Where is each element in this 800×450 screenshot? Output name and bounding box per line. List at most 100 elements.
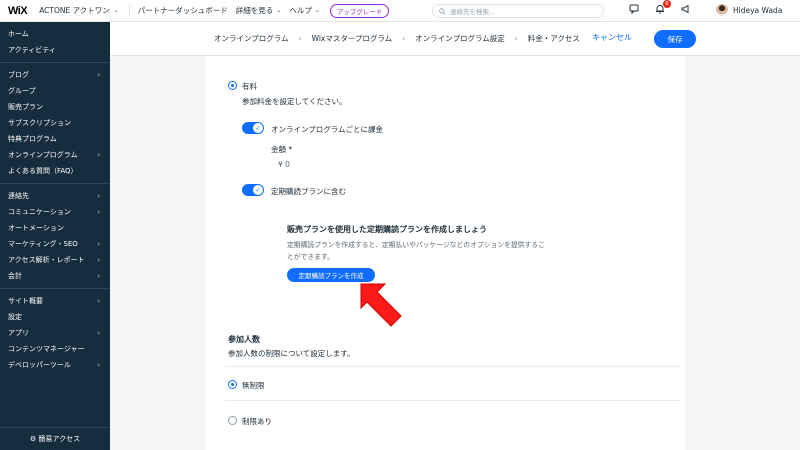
sidebar-item-analytics[interactable]: アクセス解析・レポート › bbox=[0, 252, 110, 268]
sidebar-item-label: マーケティング・SEO bbox=[8, 240, 78, 248]
paid-label: 有料 bbox=[242, 82, 257, 91]
sidebar-item-activity[interactable]: アクティビティ bbox=[0, 42, 110, 58]
chevron-right-icon: › bbox=[97, 192, 100, 200]
sidebar-item-online-programs[interactable]: オンラインプログラム › bbox=[0, 147, 110, 163]
amount-value[interactable]: ¥ 0 bbox=[278, 160, 290, 169]
sidebar-item-pricing-plans[interactable]: 販売プラン bbox=[0, 99, 110, 115]
plan-description-line1: 定期購読プランを作成すると、定期払いやパッケージなどのオプションを提供するこ bbox=[287, 241, 545, 249]
chevron-right-icon: › bbox=[97, 208, 100, 216]
sidebar-item-communications[interactable]: コミュニケーション › bbox=[0, 204, 110, 220]
chevron-down-icon: ⌄ bbox=[113, 7, 119, 14]
paid-description: 参加料金を設定してください。 bbox=[242, 97, 347, 106]
sidebar-item-settings[interactable]: 設定 bbox=[0, 309, 110, 325]
chevron-right-icon: › bbox=[97, 297, 100, 305]
learn-more-label: 詳細を見る bbox=[235, 6, 274, 15]
unlimited-radio[interactable] bbox=[228, 380, 237, 389]
sidebar-item-label: アクティビティ bbox=[8, 46, 56, 54]
include-plan-label: 定期購読プランに含む bbox=[271, 187, 346, 196]
sidebar: ホーム アクティビティ ブログ › グループ 販売プラン サブスクリプション 特典… bbox=[0, 22, 110, 450]
chevron-right-icon: › bbox=[514, 34, 518, 43]
sidebar-item-groups[interactable]: グループ bbox=[0, 83, 110, 99]
breadcrumb-item-current: 料金・アクセス bbox=[527, 34, 580, 43]
participants-description: 参加人数の制限について設定します。 bbox=[228, 349, 355, 358]
chevron-right-icon: › bbox=[298, 34, 302, 43]
notification-badge: 6 bbox=[663, 0, 671, 8]
sidebar-item-cms[interactable]: コンテンツマネージャー bbox=[0, 341, 110, 357]
divider bbox=[128, 4, 130, 17]
sidebar-item-apps[interactable]: アプリ › bbox=[0, 325, 110, 341]
sidebar-item-label: ブログ bbox=[8, 71, 29, 79]
learn-more-link[interactable]: 詳細を見る ⌄ bbox=[236, 5, 282, 16]
sidebar-item-accounting[interactable]: 会計 › bbox=[0, 268, 110, 284]
per-program-toggle[interactable] bbox=[242, 122, 264, 134]
user-menu[interactable]: Hideya Wada bbox=[716, 4, 782, 16]
sidebar-item-marketing-seo[interactable]: マーケティング・SEO › bbox=[0, 236, 110, 252]
sidebar-item-label: グループ bbox=[8, 87, 36, 95]
user-name: Hideya Wada bbox=[733, 5, 783, 15]
sidebar-item-label: ホーム bbox=[8, 30, 29, 38]
breadcrumb-item[interactable]: オンラインプログラム設定 bbox=[415, 33, 505, 44]
site-selector[interactable]: ACTONE アクトワン ⌄ bbox=[39, 5, 119, 16]
breadcrumb-item[interactable]: Wixマスタープログラム bbox=[312, 33, 393, 44]
sidebar-item-label: サイト概要 bbox=[8, 297, 43, 305]
chevron-right-icon: › bbox=[402, 34, 406, 43]
sidebar-item-faq[interactable]: よくある質問（FAQ） bbox=[0, 163, 110, 179]
quick-access-button[interactable]: ⚙ 簡易アクセス bbox=[0, 427, 110, 444]
top-bar: WiX ACTONE アクトワン ⌄ パートナーダッシュボード 詳細を見る ⌄ ヘ… bbox=[0, 0, 800, 22]
sidebar-item-label: オンラインプログラム bbox=[8, 151, 78, 159]
sidebar-item-label: 会計 bbox=[8, 272, 22, 280]
sidebar-item-subscriptions[interactable]: サブスクリプション bbox=[0, 115, 110, 131]
breadcrumb-item[interactable]: オンラインプログラム bbox=[214, 33, 289, 44]
search-icon bbox=[439, 7, 446, 15]
upgrade-button[interactable]: アップグレード bbox=[329, 3, 390, 18]
plan-description-line2: とができます。 bbox=[287, 253, 334, 261]
sidebar-item-label: アクセス解析・レポート bbox=[8, 256, 85, 264]
sidebar-item-label: 特典プログラム bbox=[8, 135, 57, 143]
sidebar-divider bbox=[0, 62, 110, 63]
chevron-right-icon: › bbox=[97, 361, 100, 369]
chevron-right-icon: › bbox=[97, 256, 100, 264]
plan-title: 販売プランを使用した定期購読プランを作成しましょう bbox=[287, 225, 487, 234]
megaphone-icon[interactable] bbox=[680, 3, 692, 15]
site-name: ACTONE アクトワン bbox=[39, 6, 110, 15]
sidebar-item-dev-tools[interactable]: デベロッパーツール › bbox=[0, 357, 110, 373]
sidebar-item-label: デベロッパーツール bbox=[8, 361, 71, 369]
help-link[interactable]: ヘルプ ⌄ bbox=[289, 5, 320, 16]
top-icons: 6 bbox=[628, 0, 692, 15]
sidebar-item-blog[interactable]: ブログ › bbox=[0, 67, 110, 83]
chat-icon[interactable] bbox=[628, 3, 640, 15]
save-button[interactable]: 保存 bbox=[654, 30, 696, 48]
avatar bbox=[716, 4, 728, 16]
bell-icon[interactable]: 6 bbox=[654, 0, 671, 15]
sidebar-item-home[interactable]: ホーム bbox=[0, 26, 110, 42]
sidebar-item-label: サブスクリプション bbox=[8, 119, 71, 127]
chevron-right-icon: › bbox=[97, 151, 100, 159]
sidebar-item-contacts[interactable]: 連絡先 › bbox=[0, 188, 110, 204]
sidebar-item-label: 設定 bbox=[8, 313, 22, 321]
pricing-panel: 有料 参加料金を設定してください。 オンラインプログラムごとに課金 金額 * ¥… bbox=[205, 56, 685, 450]
sidebar-item-label: よくある質問（FAQ） bbox=[8, 167, 78, 175]
quick-access-icon: ⚙ bbox=[29, 435, 37, 443]
participants-title: 参加人数 bbox=[228, 335, 260, 344]
chevron-down-icon: ⌄ bbox=[314, 7, 320, 14]
divider bbox=[225, 400, 681, 401]
sidebar-item-automations[interactable]: オートメーション bbox=[0, 220, 110, 236]
sidebar-item-site-overview[interactable]: サイト概要 › bbox=[0, 293, 110, 309]
per-program-label: オンラインプログラムごとに課金 bbox=[271, 125, 384, 134]
sidebar-item-label: 連絡先 bbox=[8, 192, 29, 200]
cancel-button[interactable]: キャンセル bbox=[592, 32, 632, 43]
chevron-right-icon: › bbox=[97, 240, 100, 248]
chevron-right-icon: › bbox=[97, 329, 100, 337]
help-label: ヘルプ bbox=[289, 6, 312, 15]
paid-radio[interactable] bbox=[228, 81, 237, 90]
breadcrumb: オンラインプログラム › Wixマスタープログラム › オンラインプログラム設定… bbox=[110, 22, 800, 56]
include-plan-toggle[interactable] bbox=[242, 184, 264, 196]
wix-logo[interactable]: WiX bbox=[8, 5, 28, 17]
partner-dashboard-link[interactable]: パートナーダッシュボード bbox=[138, 5, 228, 16]
chevron-right-icon: › bbox=[97, 272, 100, 280]
limited-radio[interactable] bbox=[228, 416, 237, 425]
sidebar-item-loyalty[interactable]: 特典プログラム bbox=[0, 131, 110, 147]
divider bbox=[225, 366, 681, 367]
sidebar-item-label: アプリ bbox=[8, 329, 29, 337]
search-input[interactable]: 連絡先を検索... bbox=[432, 4, 604, 18]
